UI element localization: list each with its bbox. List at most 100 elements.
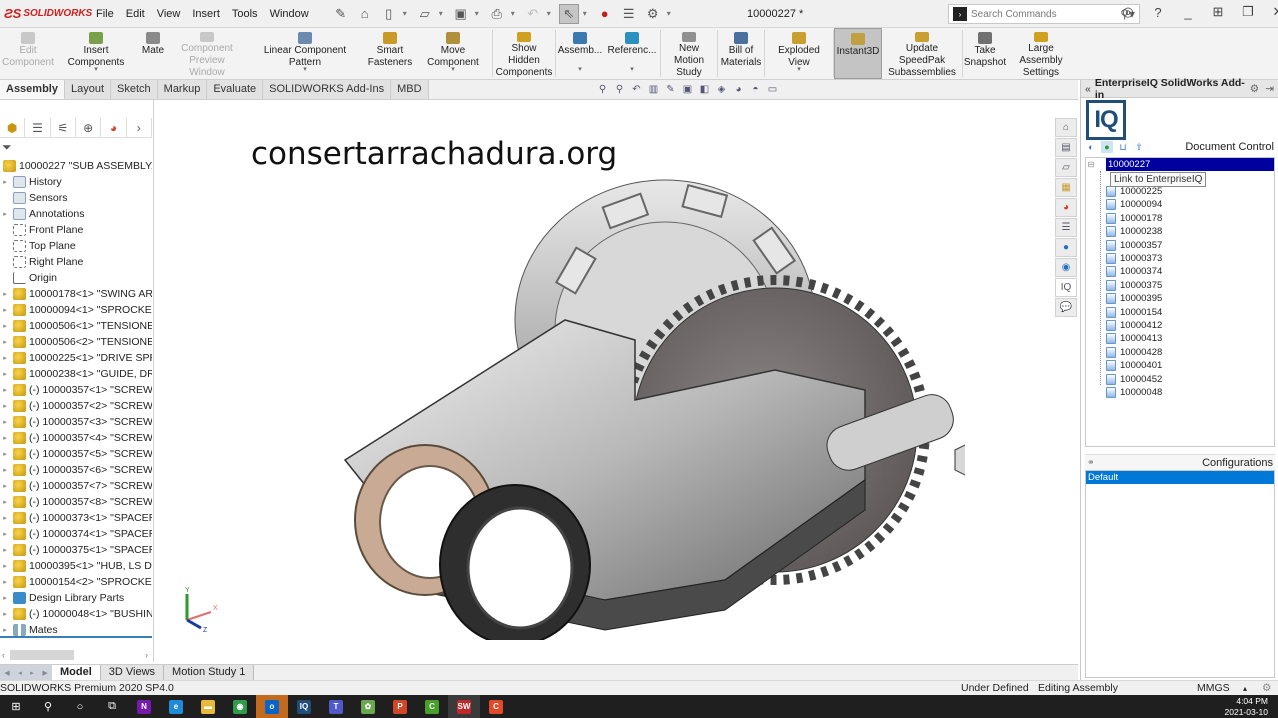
save-dropdown[interactable]: ▾ bbox=[475, 9, 483, 18]
appearances-icon[interactable]: ◕ bbox=[1055, 198, 1077, 217]
tab-3d-views[interactable]: 3D Views bbox=[100, 665, 165, 680]
tree-item[interactable]: ▸ (-) 10000357<2> "SCREW, bbox=[0, 398, 152, 414]
taskbar-outlook-icon[interactable]: o bbox=[256, 695, 288, 718]
edit-appearance-icon[interactable]: ◕ bbox=[732, 83, 745, 96]
settings-gear-icon[interactable]: ⚙ bbox=[1250, 83, 1259, 95]
ribbon-button-exploded-view[interactable]: Exploded View ▾ bbox=[765, 28, 833, 79]
collapse-icon[interactable]: « bbox=[1085, 83, 1091, 95]
solidworks-logo[interactable]: ƧS SOLIDWORKS bbox=[4, 6, 92, 21]
tab-evaluate[interactable]: Evaluate bbox=[207, 80, 264, 99]
expand-arrow-icon[interactable]: ▸ bbox=[0, 290, 10, 298]
ribbon-button-take-snapshot[interactable]: Take Snapshot bbox=[963, 28, 1007, 79]
expand-arrow-icon[interactable]: ▸ bbox=[0, 322, 10, 330]
filter-icon[interactable]: ⏷ bbox=[2, 140, 12, 155]
tree-item[interactable]: ▸ (-) 10000357<7> "SCREW, bbox=[0, 478, 152, 494]
chevron-down-icon[interactable]: ▾ bbox=[303, 64, 307, 76]
3dexperience-icon[interactable]: ◉ bbox=[1055, 258, 1077, 277]
tab-navigation[interactable]: ◀ ◂ ▸ ▶ bbox=[0, 665, 52, 681]
print-icon[interactable]: ⎙ bbox=[487, 4, 507, 24]
tree-item[interactable]: ▸ (-) 10000357<3> "SCREW, bbox=[0, 414, 152, 430]
expand-arrow-icon[interactable]: ▸ bbox=[0, 626, 10, 634]
expand-arrow-icon[interactable]: ▸ bbox=[0, 306, 10, 314]
file-properties-icon[interactable]: ☰ bbox=[619, 4, 639, 24]
tree-item[interactable]: ▸ Annotations bbox=[0, 206, 152, 222]
taskbar-chrome-icon[interactable]: ◉ bbox=[224, 695, 256, 718]
document-item[interactable]: 10000374 bbox=[1106, 265, 1162, 278]
graphics-area[interactable]: consertarrachadura.org Y X Z bbox=[155, 100, 1052, 662]
ribbon-button-smart-fasteners[interactable]: Smart Fasteners bbox=[366, 28, 414, 79]
folder-icon[interactable]: ▱ bbox=[1055, 158, 1077, 177]
undo-icon[interactable]: ↶ bbox=[523, 4, 543, 24]
tab-motion-study-1[interactable]: Motion Study 1 bbox=[164, 665, 255, 680]
link-to-enterpriseiq-icon[interactable]: ● bbox=[1101, 141, 1113, 153]
document-item[interactable]: 10000412 bbox=[1106, 319, 1162, 332]
tree-item[interactable]: ▸ 10000225<1> "DRIVE SPRO bbox=[0, 350, 152, 366]
expand-arrow-icon[interactable]: ▸ bbox=[0, 482, 10, 490]
print-dropdown[interactable]: ▾ bbox=[511, 9, 519, 18]
tree-item[interactable]: Top Plane bbox=[0, 238, 152, 254]
expand-arrow-icon[interactable]: ▸ bbox=[0, 578, 10, 586]
document-item[interactable]: 10000413 bbox=[1106, 332, 1162, 345]
document-item[interactable]: 10000238 bbox=[1106, 225, 1162, 238]
tab-model[interactable]: Model bbox=[52, 665, 101, 680]
feature-tree-root[interactable]: 10000227 "SUB ASSEMBLY, LH bbox=[0, 158, 152, 174]
tree-item[interactable]: Front Plane bbox=[0, 222, 152, 238]
unit-dropdown-icon[interactable]: ▴ bbox=[1243, 684, 1247, 693]
tab-sketch[interactable]: Sketch bbox=[111, 80, 158, 99]
tree-item[interactable]: ▸ 10000094<1> "SPROCKET, bbox=[0, 302, 152, 318]
refresh-icon[interactable]: ◐ bbox=[1085, 141, 1097, 153]
chevron-down-icon[interactable]: ▾ bbox=[578, 64, 582, 76]
ribbon-button-insert-components[interactable]: Insert Components ▾ bbox=[56, 28, 136, 79]
tree-item[interactable]: ▸ (-) 10000375<1> "SPACER, bbox=[0, 542, 152, 558]
displaymanager-tab[interactable]: ◕ bbox=[101, 118, 127, 138]
home-icon[interactable]: ⌂ bbox=[1055, 118, 1077, 137]
tab-markup[interactable]: Markup bbox=[157, 80, 208, 99]
tree-item[interactable]: Right Plane bbox=[0, 254, 152, 270]
ribbon-button-instant3d[interactable]: Instant3D bbox=[834, 28, 882, 79]
chevron-down-icon[interactable]: ▾ bbox=[94, 64, 98, 76]
expand-arrow-icon[interactable]: ▸ bbox=[0, 178, 10, 186]
ribbon-button-assemb[interactable]: Assemb... ▾ bbox=[556, 28, 604, 79]
scroll-left-icon[interactable]: ‹ bbox=[2, 650, 5, 660]
options-dropdown[interactable]: ▾ bbox=[667, 9, 675, 18]
custom-properties-icon[interactable]: ☰ bbox=[1055, 218, 1077, 237]
options-gear-icon[interactable]: ⚙ bbox=[643, 4, 663, 24]
expand-arrow-icon[interactable]: ▸ bbox=[0, 434, 10, 442]
expand-arrow-icon[interactable]: ▸ bbox=[0, 402, 10, 410]
collapse-node-icon[interactable]: ⊟ bbox=[1086, 160, 1096, 169]
taskbar-cortana-icon[interactable]: ○ bbox=[64, 695, 96, 718]
expand-arrow-icon[interactable]: ▸ bbox=[0, 210, 10, 218]
close-icon[interactable]: ✕ bbox=[1270, 4, 1278, 20]
document-item[interactable]: 10000452 bbox=[1106, 373, 1162, 386]
menu-tools[interactable]: Tools bbox=[226, 0, 264, 28]
save-icon[interactable]: ▣ bbox=[451, 4, 471, 24]
expand-arrow-icon[interactable]: ▸ bbox=[0, 338, 10, 346]
chevron-down-icon[interactable]: ▾ bbox=[630, 64, 634, 76]
tree-item[interactable]: ▸ 10000178<1> "SWING ARM bbox=[0, 286, 152, 302]
tree-item[interactable]: ▸ 10000238<1> "GUIDE, DRI bbox=[0, 366, 152, 382]
zoom-to-area-icon[interactable]: ⚲ bbox=[613, 83, 626, 96]
rebuild-icon[interactable]: ● bbox=[595, 4, 615, 24]
taskbar-powerpoint-icon[interactable]: P bbox=[384, 695, 416, 718]
document-item[interactable]: 10000094 bbox=[1106, 198, 1162, 211]
taskbar-enterpriseiq-icon[interactable]: IQ bbox=[288, 695, 320, 718]
chevron-down-icon[interactable]: ▾ bbox=[451, 64, 455, 76]
menu-insert[interactable]: Insert bbox=[186, 0, 226, 28]
upload-icon[interactable]: ⇧ bbox=[1133, 141, 1145, 153]
menu-edit[interactable]: Edit bbox=[120, 0, 151, 28]
display-style-icon[interactable]: ◧ bbox=[698, 83, 711, 96]
search-input[interactable]: Search Commands bbox=[971, 9, 1120, 20]
home-icon[interactable]: ⌂ bbox=[355, 4, 375, 24]
taskbar-onenote-icon[interactable]: N bbox=[128, 695, 160, 718]
document-item[interactable]: 10000401 bbox=[1106, 359, 1162, 372]
ribbon-button-large-assembly-settings[interactable]: Large Assembly Settings bbox=[1007, 28, 1075, 79]
previous-view-icon[interactable]: ↶ bbox=[630, 83, 643, 96]
document-item[interactable]: 10000048 bbox=[1106, 386, 1162, 399]
ribbon-button-show-hidden-components[interactable]: Show Hidden Components bbox=[493, 28, 555, 79]
tile-icon[interactable]: ⊞ bbox=[1210, 4, 1226, 20]
tree-item[interactable]: ▸ 10000154<2> "SPROCKET I bbox=[0, 574, 152, 590]
tree-item[interactable]: ▸ (-) 10000357<4> "SCREW, bbox=[0, 430, 152, 446]
tree-item[interactable]: ▸ (-) 10000374<1> "SPACER, bbox=[0, 526, 152, 542]
view-settings-icon[interactable]: ▭ bbox=[766, 83, 779, 96]
ribbon-button-edit-component[interactable]: Edit Component bbox=[0, 28, 56, 79]
